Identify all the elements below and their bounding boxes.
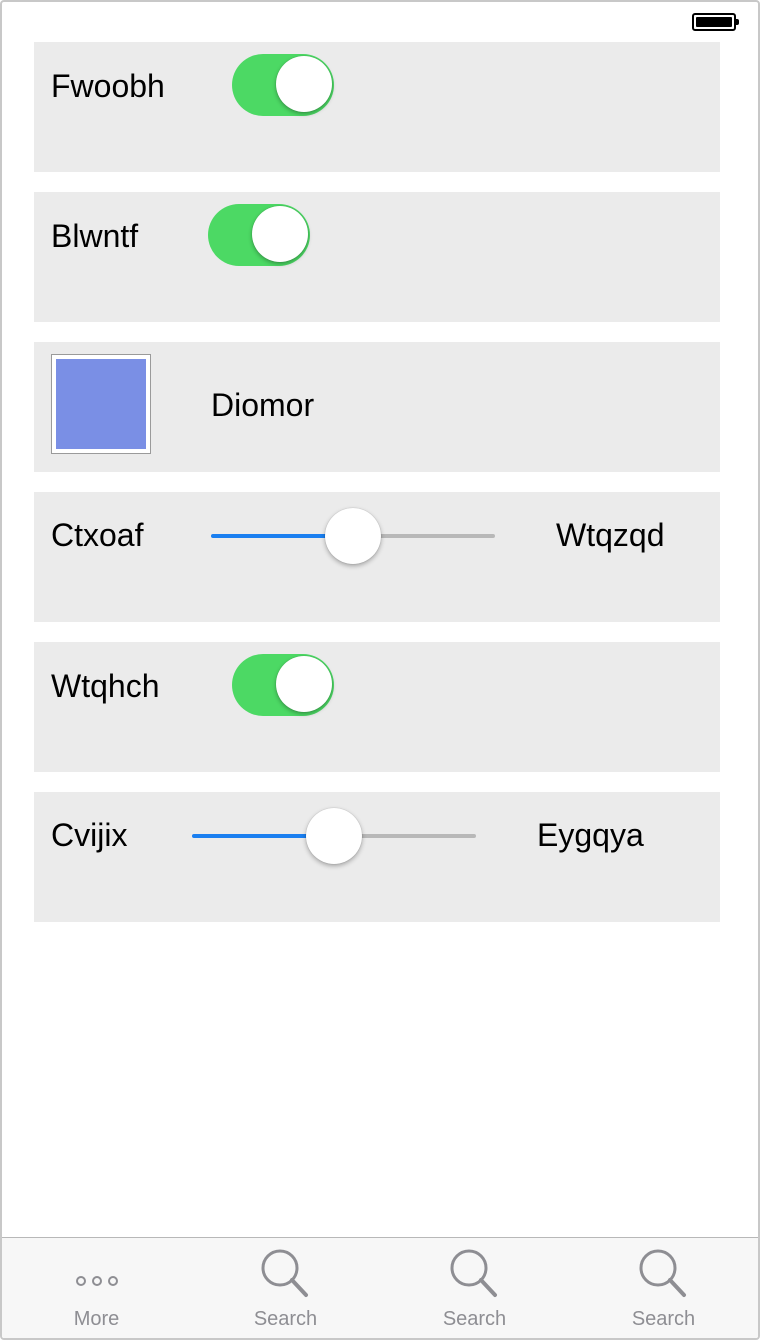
- slider-max-label: Eygqya: [537, 817, 644, 853]
- wtqhch-switch[interactable]: [232, 654, 334, 716]
- switch-label: Wtqhch: [51, 668, 160, 704]
- battery-full-icon: [692, 13, 739, 31]
- switch-label: Blwntf: [51, 218, 139, 254]
- ctxoaf-slider[interactable]: [211, 506, 495, 566]
- row-diomor: Diomor: [34, 342, 720, 472]
- switch-knob: [252, 206, 308, 262]
- search-icon: [450, 1249, 497, 1297]
- row-blwntf: Blwntf: [34, 192, 720, 322]
- swatch-label: Diomor: [211, 387, 315, 423]
- slider-thumb[interactable]: [325, 508, 381, 564]
- fwoobh-switch[interactable]: [232, 54, 334, 116]
- slider-min-label: Ctxoaf: [51, 517, 144, 553]
- tab-more[interactable]: More: [2, 1238, 191, 1338]
- tab-search-3[interactable]: Search: [569, 1238, 758, 1338]
- slider-max-label: Wtqzqd: [556, 517, 665, 553]
- switch-knob: [276, 656, 332, 712]
- search-icon: [639, 1249, 686, 1297]
- color-swatch[interactable]: [51, 354, 151, 454]
- tab-label: Search: [442, 1308, 507, 1330]
- row-cvijix-slider: Cvijix Eygqya: [34, 792, 720, 922]
- switch-label: Fwoobh: [51, 68, 165, 104]
- row-wtqhch: Wtqhch: [34, 642, 720, 772]
- tab-search-2[interactable]: Search: [380, 1238, 569, 1338]
- more-dots-icon: [75, 1276, 118, 1286]
- tab-bar: More Search Search Search: [2, 1237, 758, 1338]
- tab-label: More: [73, 1308, 120, 1330]
- color-swatch-fill: [56, 359, 146, 449]
- cvijix-slider[interactable]: [192, 806, 476, 866]
- tab-search-1[interactable]: Search: [191, 1238, 380, 1338]
- slider-min-label: Cvijix: [51, 817, 128, 853]
- blwntf-switch[interactable]: [208, 204, 310, 266]
- slider-thumb[interactable]: [306, 808, 362, 864]
- tab-label: Search: [253, 1308, 318, 1330]
- search-icon: [261, 1249, 308, 1297]
- row-fwoobh: Fwoobh: [34, 42, 720, 172]
- switch-knob: [276, 56, 332, 112]
- tab-label: Search: [631, 1308, 696, 1330]
- app-screen: Fwoobh Blwntf Diomor Ctxoaf Wtqzqd Wtqhc…: [0, 0, 760, 1340]
- row-ctxoaf-slider: Ctxoaf Wtqzqd: [34, 492, 720, 622]
